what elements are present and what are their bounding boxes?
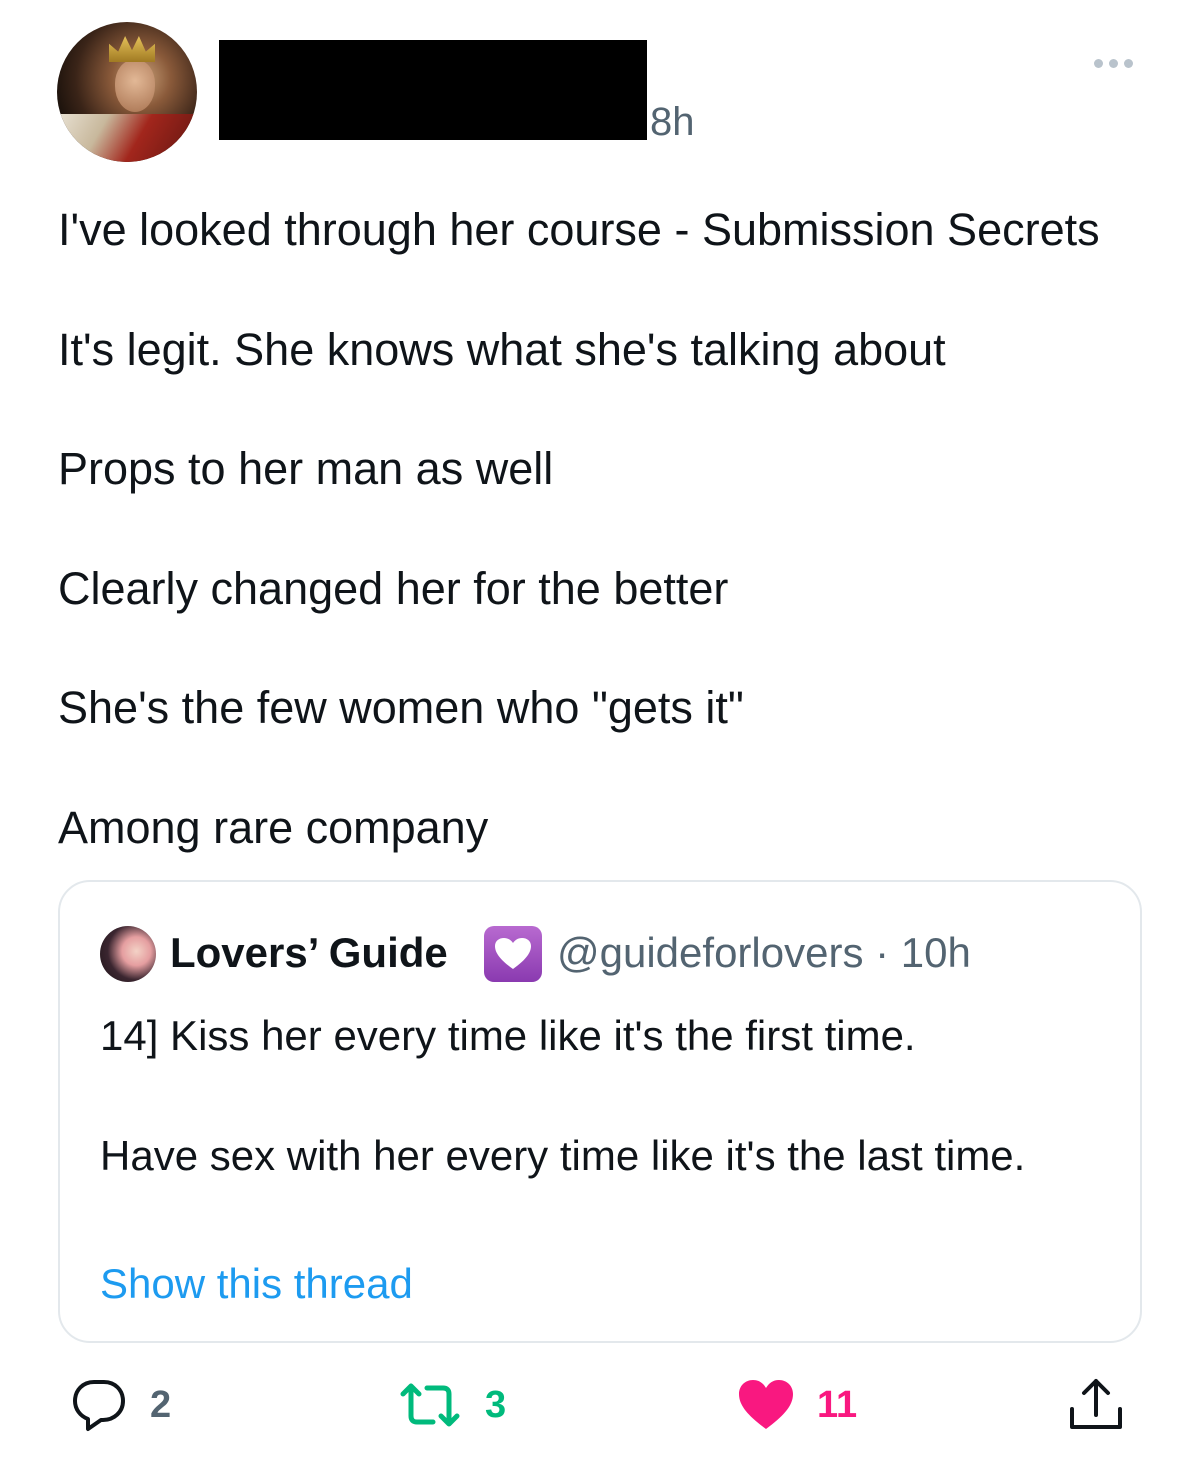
quoted-line: 14] Kiss her every time like it's the fi…: [100, 1012, 916, 1059]
action-bar: 2 3 11: [0, 1370, 1200, 1440]
quoted-text: 14] Kiss her every time like it's the fi…: [100, 1006, 1100, 1186]
reply-icon: [73, 1380, 125, 1431]
tweet-timestamp[interactable]: 8h: [650, 98, 695, 146]
tweet-line: It's legit. She knows what she's talking…: [58, 323, 946, 375]
purple-heart-icon: [484, 926, 542, 982]
share-icon: [1070, 1379, 1122, 1429]
quoted-line: Have sex with her every time like it's t…: [100, 1132, 1026, 1179]
quoted-author-name[interactable]: Lovers’ Guide: [170, 926, 448, 980]
share-button[interactable]: [1066, 1370, 1126, 1440]
quoted-handle-time[interactable]: @guideforlovers · 10h: [557, 926, 971, 980]
retweet-button[interactable]: 3: [397, 1370, 506, 1440]
quoted-author-avatar[interactable]: [100, 926, 156, 982]
like-button[interactable]: 11: [737, 1370, 857, 1440]
tweet-line: Among rare company: [58, 801, 489, 853]
quoted-tweet-card[interactable]: Lovers’ Guide @guideforlovers · 10h 14] …: [58, 880, 1142, 1343]
tweet-text: I've looked through her course - Submiss…: [58, 200, 1168, 917]
tweet-line: Props to her man as well: [58, 443, 554, 494]
retweet-count: 3: [485, 1384, 507, 1426]
tweet-line: Clearly changed her for the better: [58, 562, 729, 614]
author-avatar[interactable]: [57, 22, 197, 162]
heart-icon: [739, 1380, 793, 1429]
more-options-icon[interactable]: [1094, 53, 1140, 73]
tweet-line: She's the few women who "gets it": [58, 682, 744, 733]
avatar-face: [115, 60, 155, 112]
avatar-crown: [109, 36, 155, 62]
tweet-line: I've looked through her course - Submiss…: [58, 204, 1100, 255]
reply-count: 2: [150, 1384, 172, 1426]
retweet-icon: [400, 1383, 460, 1427]
reply-button[interactable]: 2: [70, 1370, 171, 1440]
avatar-robe: [57, 114, 197, 162]
show-thread-link[interactable]: Show this thread: [100, 1256, 413, 1312]
redacted-author-name: [219, 40, 647, 140]
like-count: 11: [817, 1384, 858, 1426]
